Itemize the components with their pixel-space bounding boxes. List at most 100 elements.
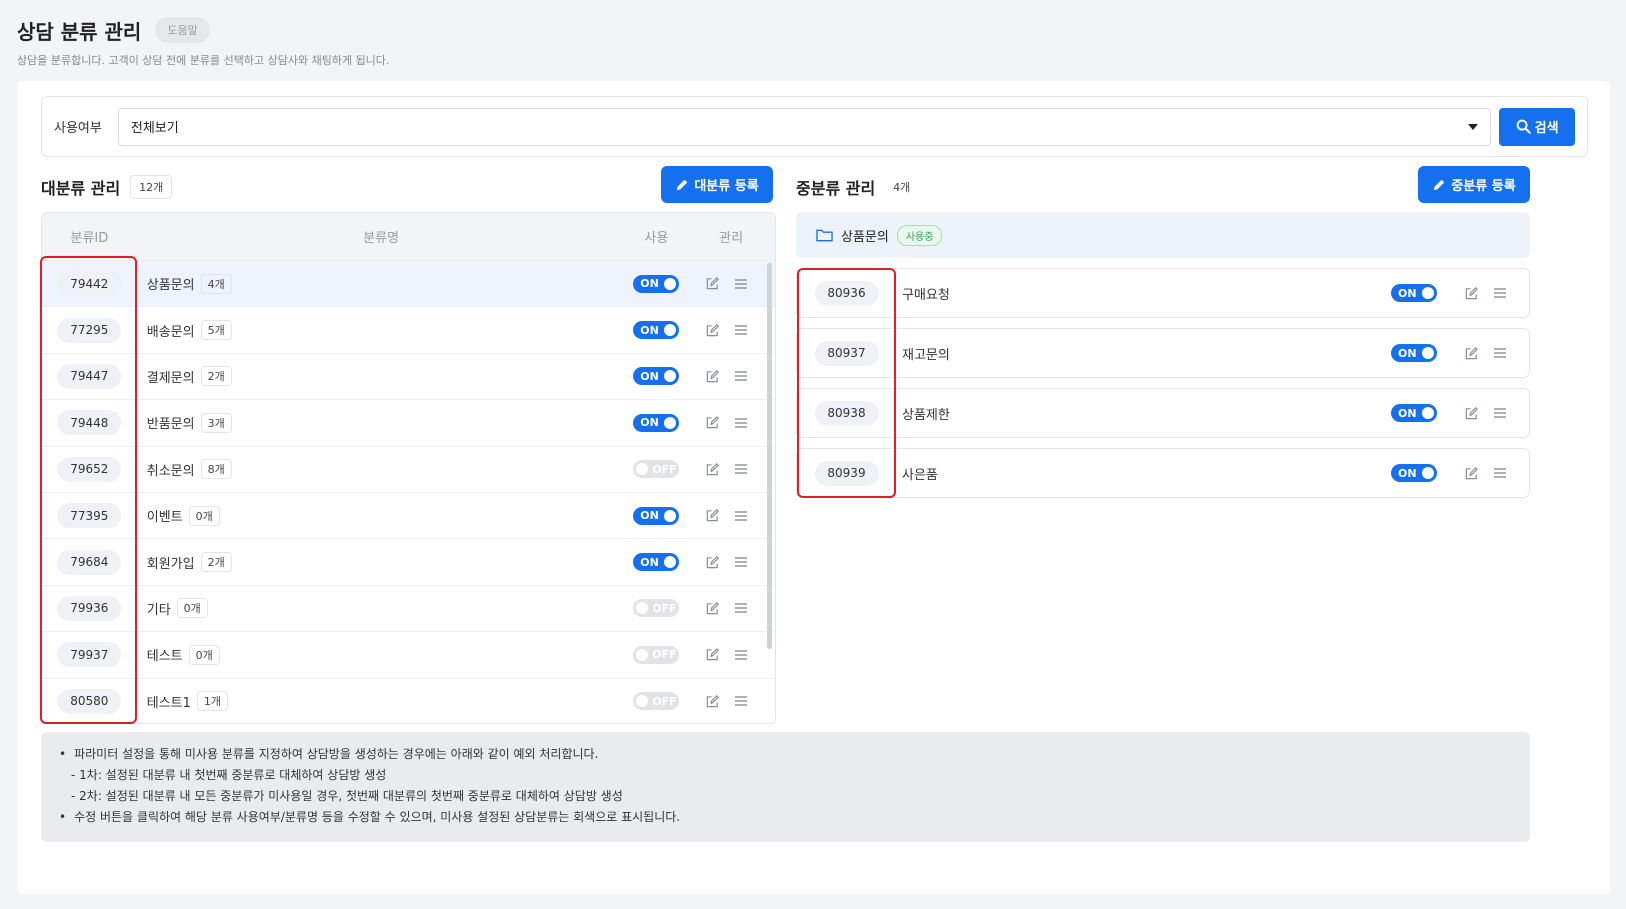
- minor-list-item[interactable]: 80939 사은품 ON: [796, 448, 1530, 498]
- use-toggle[interactable]: ON: [633, 413, 680, 432]
- name-cell: 구매요청: [896, 284, 1386, 303]
- major-table-row[interactable]: 79936 기타 0개 OFF: [42, 584, 775, 631]
- drag-handle-icon[interactable]: [1493, 466, 1507, 481]
- use-toggle[interactable]: OFF: [633, 599, 680, 618]
- drag-handle-icon[interactable]: [734, 601, 748, 616]
- col-id: 분류ID: [70, 231, 109, 246]
- drag-handle-icon[interactable]: [734, 323, 748, 338]
- major-table-scrollbar[interactable]: [767, 263, 772, 649]
- use-toggle[interactable]: ON: [633, 553, 680, 572]
- minor-register-button[interactable]: 중분류 등록: [1418, 166, 1530, 203]
- id-cell: 79442: [42, 271, 137, 297]
- major-table-row[interactable]: 79937 테스트 0개 OFF: [42, 631, 775, 677]
- manage-cell: [1442, 406, 1528, 421]
- manage-cell: [687, 276, 775, 291]
- manage-cell: [687, 462, 775, 477]
- major-register-button[interactable]: 대분류 등록: [661, 166, 773, 203]
- subcategory-count: 0개: [188, 505, 220, 526]
- use-cell: ON: [625, 321, 687, 340]
- use-toggle-label: OFF: [652, 601, 677, 615]
- main-card: 사용여부 전체보기 검색 대분류 관리 12개 대분류 등록 분류ID 분류명 …: [17, 81, 1610, 894]
- edit-icon[interactable]: [705, 555, 720, 570]
- minor-list-item[interactable]: 80938 상품제한 ON: [796, 388, 1530, 438]
- major-table-row[interactable]: 77395 이벤트 0개 ON: [42, 491, 775, 538]
- category-name: 사은품: [902, 467, 938, 483]
- search-button[interactable]: 검색: [1499, 107, 1575, 146]
- use-toggle-label: OFF: [652, 648, 677, 662]
- major-table-row[interactable]: 79652 취소문의 8개 OFF: [42, 445, 775, 492]
- usage-select[interactable]: 전체보기: [117, 107, 1492, 146]
- help-button[interactable]: 도움말: [155, 17, 210, 43]
- id-cell: 80939: [797, 460, 896, 486]
- manage-cell: [687, 369, 775, 384]
- drag-handle-icon[interactable]: [734, 555, 748, 570]
- use-toggle[interactable]: ON: [1391, 464, 1437, 482]
- minor-list-item[interactable]: 80936 구매요청 ON: [796, 268, 1530, 318]
- note-item: • 수정 버튼을 클릭하여 해당 분류 사용여부/분류명 등을 수정할 수 있으며…: [59, 807, 1512, 828]
- name-cell: 취소문의 8개: [137, 459, 626, 480]
- use-toggle[interactable]: ON: [633, 506, 680, 525]
- use-toggle[interactable]: OFF: [633, 692, 680, 711]
- use-toggle[interactable]: ON: [1391, 404, 1437, 422]
- minor-section-header: 중분류 관리 4개: [796, 176, 918, 198]
- edit-icon[interactable]: [1464, 286, 1479, 301]
- note-subitem: - 2차: 설정된 대분류 내 모든 중분류가 미사용일 경우, 첫번째 대분류…: [71, 789, 623, 803]
- edit-icon[interactable]: [705, 415, 720, 430]
- edit-icon[interactable]: [705, 508, 720, 523]
- edit-icon[interactable]: [1464, 406, 1479, 421]
- use-cell: ON: [1386, 464, 1442, 482]
- drag-handle-icon[interactable]: [734, 462, 748, 477]
- drag-handle-icon[interactable]: [1493, 286, 1507, 301]
- manage-cell: [1442, 346, 1528, 361]
- category-name: 상품문의: [146, 278, 195, 294]
- col-name: 분류명: [363, 231, 400, 246]
- use-toggle[interactable]: ON: [1391, 344, 1437, 362]
- use-toggle-label: ON: [640, 555, 659, 569]
- major-table-row[interactable]: 80580 테스트1 1개 OFF: [42, 677, 775, 723]
- major-table-row[interactable]: 79448 반품문의 3개 ON: [42, 399, 775, 445]
- minor-list-item[interactable]: 80937 재고문의 ON: [796, 328, 1530, 378]
- drag-handle-icon[interactable]: [1493, 346, 1507, 361]
- use-toggle[interactable]: ON: [1391, 284, 1437, 302]
- subcategory-count: 2개: [200, 552, 232, 573]
- pencil-icon: [677, 179, 688, 190]
- edit-icon[interactable]: [705, 323, 720, 338]
- edit-icon[interactable]: [705, 647, 720, 662]
- use-toggle[interactable]: ON: [633, 274, 680, 293]
- use-toggle[interactable]: OFF: [633, 460, 680, 479]
- name-cell: 테스트1 1개: [137, 691, 626, 712]
- edit-icon[interactable]: [705, 601, 720, 616]
- manage-cell: [687, 508, 775, 523]
- edit-icon[interactable]: [1464, 346, 1479, 361]
- page-header: 상담 분류 관리 도움말 상담을 분류합니다. 고객이 상담 전에 분류를 선택…: [17, 16, 1577, 68]
- category-id: 77395: [57, 503, 122, 529]
- edit-icon[interactable]: [705, 369, 720, 384]
- category-name: 이벤트: [146, 510, 183, 526]
- major-table-row[interactable]: 77295 배송문의 5개 ON: [42, 306, 775, 352]
- edit-icon[interactable]: [705, 694, 720, 709]
- drag-handle-icon[interactable]: [734, 415, 748, 430]
- edit-icon[interactable]: [1464, 466, 1479, 481]
- use-toggle-label: OFF: [652, 462, 677, 476]
- drag-handle-icon[interactable]: [734, 369, 748, 384]
- name-cell: 기타 0개: [137, 598, 626, 619]
- use-toggle[interactable]: ON: [633, 321, 680, 340]
- use-toggle[interactable]: OFF: [633, 645, 680, 664]
- drag-handle-icon[interactable]: [734, 508, 748, 523]
- name-cell: 테스트 0개: [137, 644, 626, 665]
- use-cell: ON: [625, 274, 687, 293]
- major-table-row[interactable]: 79447 결제문의 2개 ON: [42, 352, 775, 399]
- use-cell: ON: [1386, 284, 1442, 302]
- edit-icon[interactable]: [705, 462, 720, 477]
- drag-handle-icon[interactable]: [1493, 406, 1507, 421]
- drag-handle-icon[interactable]: [734, 647, 748, 662]
- subcategory-count: 5개: [200, 320, 232, 341]
- use-toggle[interactable]: ON: [633, 367, 680, 386]
- edit-icon[interactable]: [705, 276, 720, 291]
- major-table-row[interactable]: 79442 상품문의 4개 ON: [42, 260, 775, 307]
- drag-handle-icon[interactable]: [734, 694, 748, 709]
- major-table-row[interactable]: 79684 회원가입 2개 ON: [42, 538, 775, 584]
- major-table: 분류ID 분류명 사용 관리 79442 상품문의 4개 ON 77295 배송문의 5개 O…: [41, 212, 776, 724]
- drag-handle-icon[interactable]: [734, 276, 748, 291]
- name-cell: 상품제한: [896, 404, 1386, 423]
